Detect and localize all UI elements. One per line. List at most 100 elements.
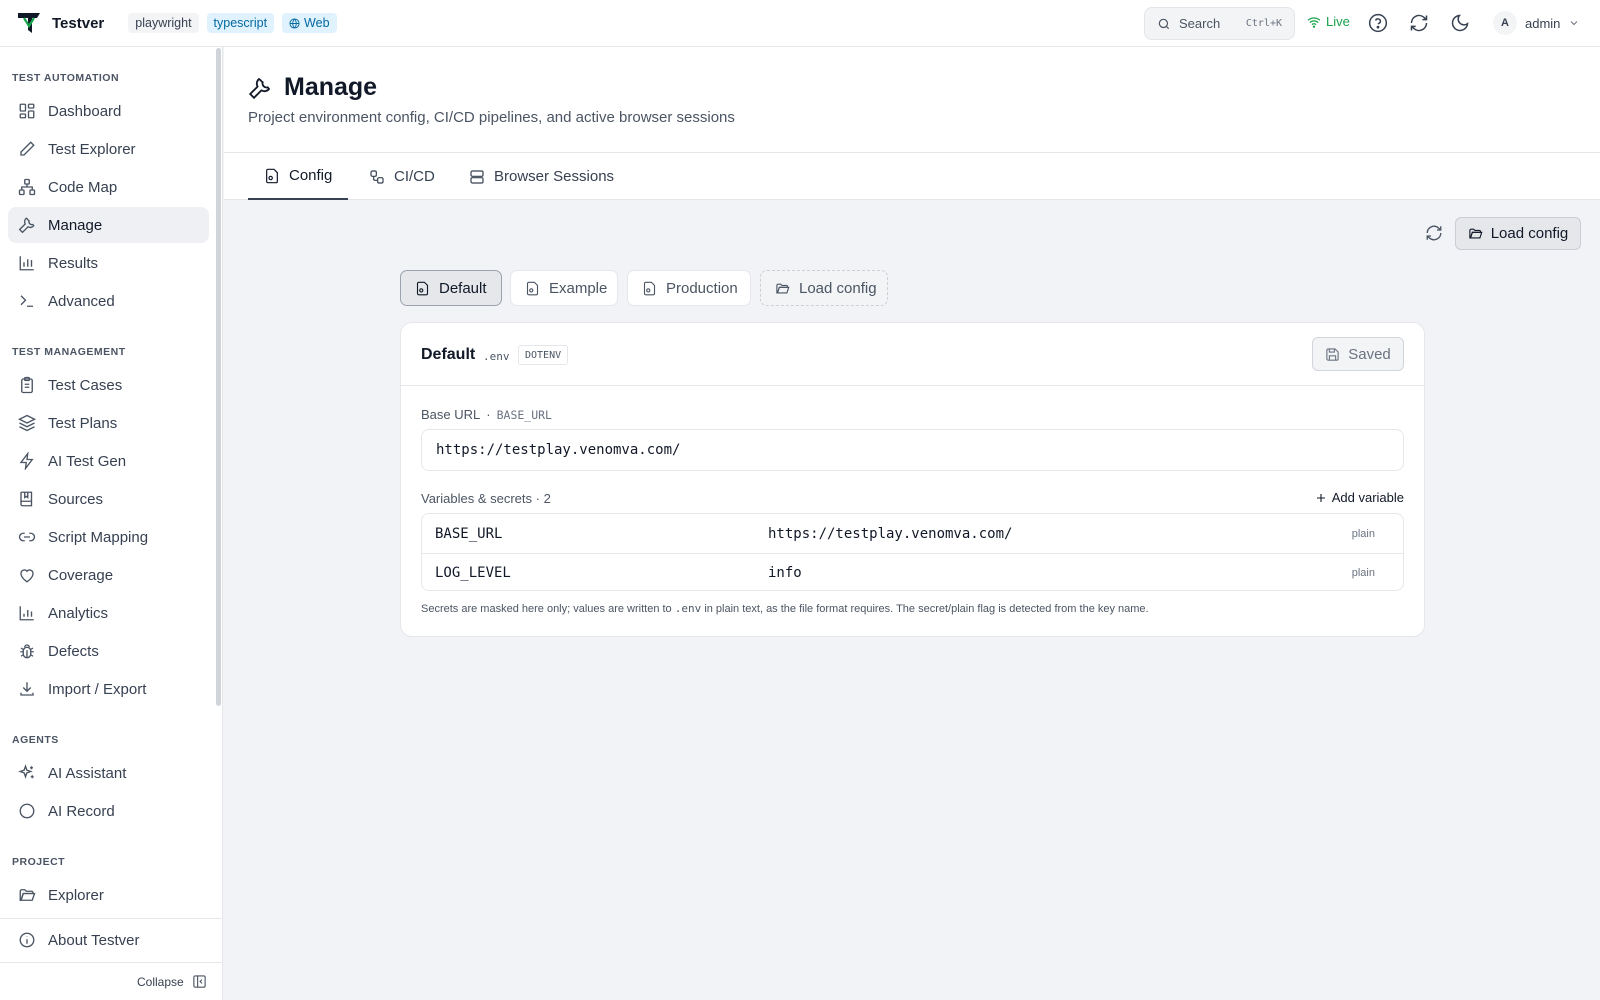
sidebar-item-advanced[interactable]: Advanced	[8, 283, 209, 319]
sidebar-item-test-explorer[interactable]: Test Explorer	[8, 131, 209, 167]
tab-bar: Config CI/CD Browser Sessions	[224, 153, 1600, 200]
sidebar-item-script-mapping[interactable]: Script Mapping	[8, 519, 209, 555]
pencil-icon	[20, 141, 35, 156]
variable-value[interactable]: https://testplay.venomva.com/	[768, 526, 1012, 542]
sidebar-item-sources[interactable]: Sources	[8, 481, 209, 517]
table-row[interactable]: LOG_LEVEL info plain	[422, 553, 1403, 592]
save-icon	[1326, 347, 1339, 361]
reload-config-icon[interactable]	[1425, 224, 1443, 242]
profile-label: Production	[666, 279, 738, 297]
platform-chip: Web	[282, 13, 337, 33]
sidebar-item-explorer[interactable]: Explorer	[8, 877, 209, 913]
variable-value[interactable]: info	[768, 565, 802, 581]
collapse-button[interactable]: Collapse	[137, 974, 207, 989]
secrets-note-file: .env	[674, 602, 702, 615]
config-file-name: .env	[483, 350, 510, 363]
variable-key[interactable]: LOG_LEVEL	[435, 565, 511, 581]
sidebar-item-analytics[interactable]: Analytics	[8, 595, 209, 631]
sidebar-item-import-export[interactable]: Import / Export	[8, 671, 209, 707]
sidebar-item-label: AI Test Gen	[48, 452, 127, 470]
variable-type-badge[interactable]: plain	[1352, 567, 1375, 579]
file-cog-icon	[416, 281, 429, 295]
file-cog-icon	[526, 281, 539, 295]
panel-collapse-icon	[193, 975, 206, 988]
sidebar-item-label: About Testver	[48, 931, 140, 949]
sidebar-item-test-plans[interactable]: Test Plans	[8, 405, 209, 441]
search-box[interactable]: Search Ctrl+K	[1144, 7, 1295, 40]
brand-name[interactable]: Testver	[52, 15, 104, 32]
page-subtitle: Project environment config, CI/CD pipeli…	[248, 109, 735, 126]
sidebar-item-manage[interactable]: Manage	[8, 207, 209, 243]
workflow-icon	[370, 169, 384, 184]
profile-example-button[interactable]: Example	[510, 270, 618, 306]
base-url-input[interactable]: https://testplay.venomva.com/	[421, 429, 1404, 471]
record-icon	[19, 803, 35, 819]
saved-label: Saved	[1348, 345, 1391, 363]
add-variable-button[interactable]: Add variable	[1315, 490, 1404, 505]
collapse-label: Collapse	[137, 974, 184, 989]
section-project: PROJECT	[12, 856, 66, 868]
sidebar-item-ai-assistant[interactable]: AI Assistant	[8, 755, 209, 791]
profile-load-config-button[interactable]: Load config	[760, 270, 888, 306]
search-shortcut: Ctrl+K	[1245, 18, 1282, 29]
sidebar-item-code-map[interactable]: Code Map	[8, 169, 209, 205]
profile-label: Load config	[799, 279, 877, 297]
profile-default-button[interactable]: Default	[400, 270, 502, 306]
sidebar-item-label: Coverage	[48, 566, 114, 584]
lightning-icon	[19, 452, 34, 470]
sidebar-item-label: AI Assistant	[48, 764, 127, 782]
sidebar-item-ai-test-gen[interactable]: AI Test Gen	[8, 443, 209, 479]
tab-label: CI/CD	[394, 168, 435, 185]
framework-chip: playwright	[128, 13, 199, 33]
base-url-label: Base URL · BASE_URL	[421, 407, 552, 422]
sidebar-item-coverage[interactable]: Coverage	[8, 557, 209, 593]
sidebar-item-label: Test Plans	[48, 414, 118, 432]
help-icon[interactable]	[1368, 13, 1388, 33]
network-icon	[18, 178, 36, 196]
sidebar-item-test-cases[interactable]: Test Cases	[8, 367, 209, 403]
sidebar-scrollbar[interactable]	[216, 48, 221, 706]
moon-icon[interactable]	[1450, 13, 1470, 33]
sidebar-item-dashboard[interactable]: Dashboard	[8, 93, 209, 129]
tab-browser-sessions[interactable]: Browser Sessions	[453, 153, 630, 200]
sidebar-item-label: AI Record	[48, 802, 115, 820]
section-test-automation: TEST AUTOMATION	[12, 72, 120, 84]
wrench-icon	[248, 77, 271, 99]
refresh-icon[interactable]	[1409, 13, 1429, 33]
profile-label: Default	[439, 279, 487, 297]
load-config-label: Load config	[1490, 225, 1569, 242]
saved-button[interactable]: Saved	[1312, 337, 1404, 371]
config-name: Default	[421, 346, 476, 363]
variable-key[interactable]: BASE_URL	[435, 526, 502, 542]
top-bar: Testver playwright typescript Web Search…	[0, 0, 1600, 47]
live-status[interactable]: Live	[1307, 14, 1350, 29]
load-config-button[interactable]: Load config	[1455, 217, 1581, 250]
table-row[interactable]: BASE_URL https://testplay.venomva.com/ p…	[422, 514, 1403, 553]
variable-type-badge[interactable]: plain	[1352, 528, 1375, 540]
folder-open-icon	[19, 889, 36, 901]
sidebar-item-ai-record[interactable]: AI Record	[8, 793, 209, 829]
user-menu[interactable]: A admin	[1493, 11, 1580, 35]
sidebar-item-label: Defects	[48, 642, 99, 660]
file-cog-icon	[643, 281, 656, 295]
sidebar-item-results[interactable]: Results	[8, 245, 209, 281]
page-header: Manage Project environment config, CI/CD…	[224, 47, 1600, 153]
book-icon	[20, 491, 33, 507]
sidebar-item-defects[interactable]: Defects	[8, 633, 209, 669]
terminal-icon	[20, 295, 33, 307]
live-label: Live	[1326, 14, 1350, 29]
config-card-header: Default .env DOTENV Saved	[401, 323, 1424, 386]
config-card: Default .env DOTENV Saved Base URL · BAS…	[400, 322, 1425, 637]
profile-production-button[interactable]: Production	[627, 270, 751, 306]
tab-cicd[interactable]: CI/CD	[353, 153, 451, 200]
dashboard-icon	[19, 103, 35, 119]
testver-logo-icon[interactable]	[16, 10, 42, 36]
tab-config[interactable]: Config	[248, 153, 349, 200]
tab-label: Browser Sessions	[494, 168, 615, 185]
chevron-down-icon	[1571, 21, 1578, 26]
sidebar-item-label: Advanced	[48, 292, 115, 310]
sidebar-item-about[interactable]: About Testver	[8, 922, 209, 958]
sidebar-item-label: Test Explorer	[48, 140, 136, 158]
add-variable-label: Add variable	[1331, 490, 1404, 505]
profile-label: Example	[549, 279, 608, 297]
